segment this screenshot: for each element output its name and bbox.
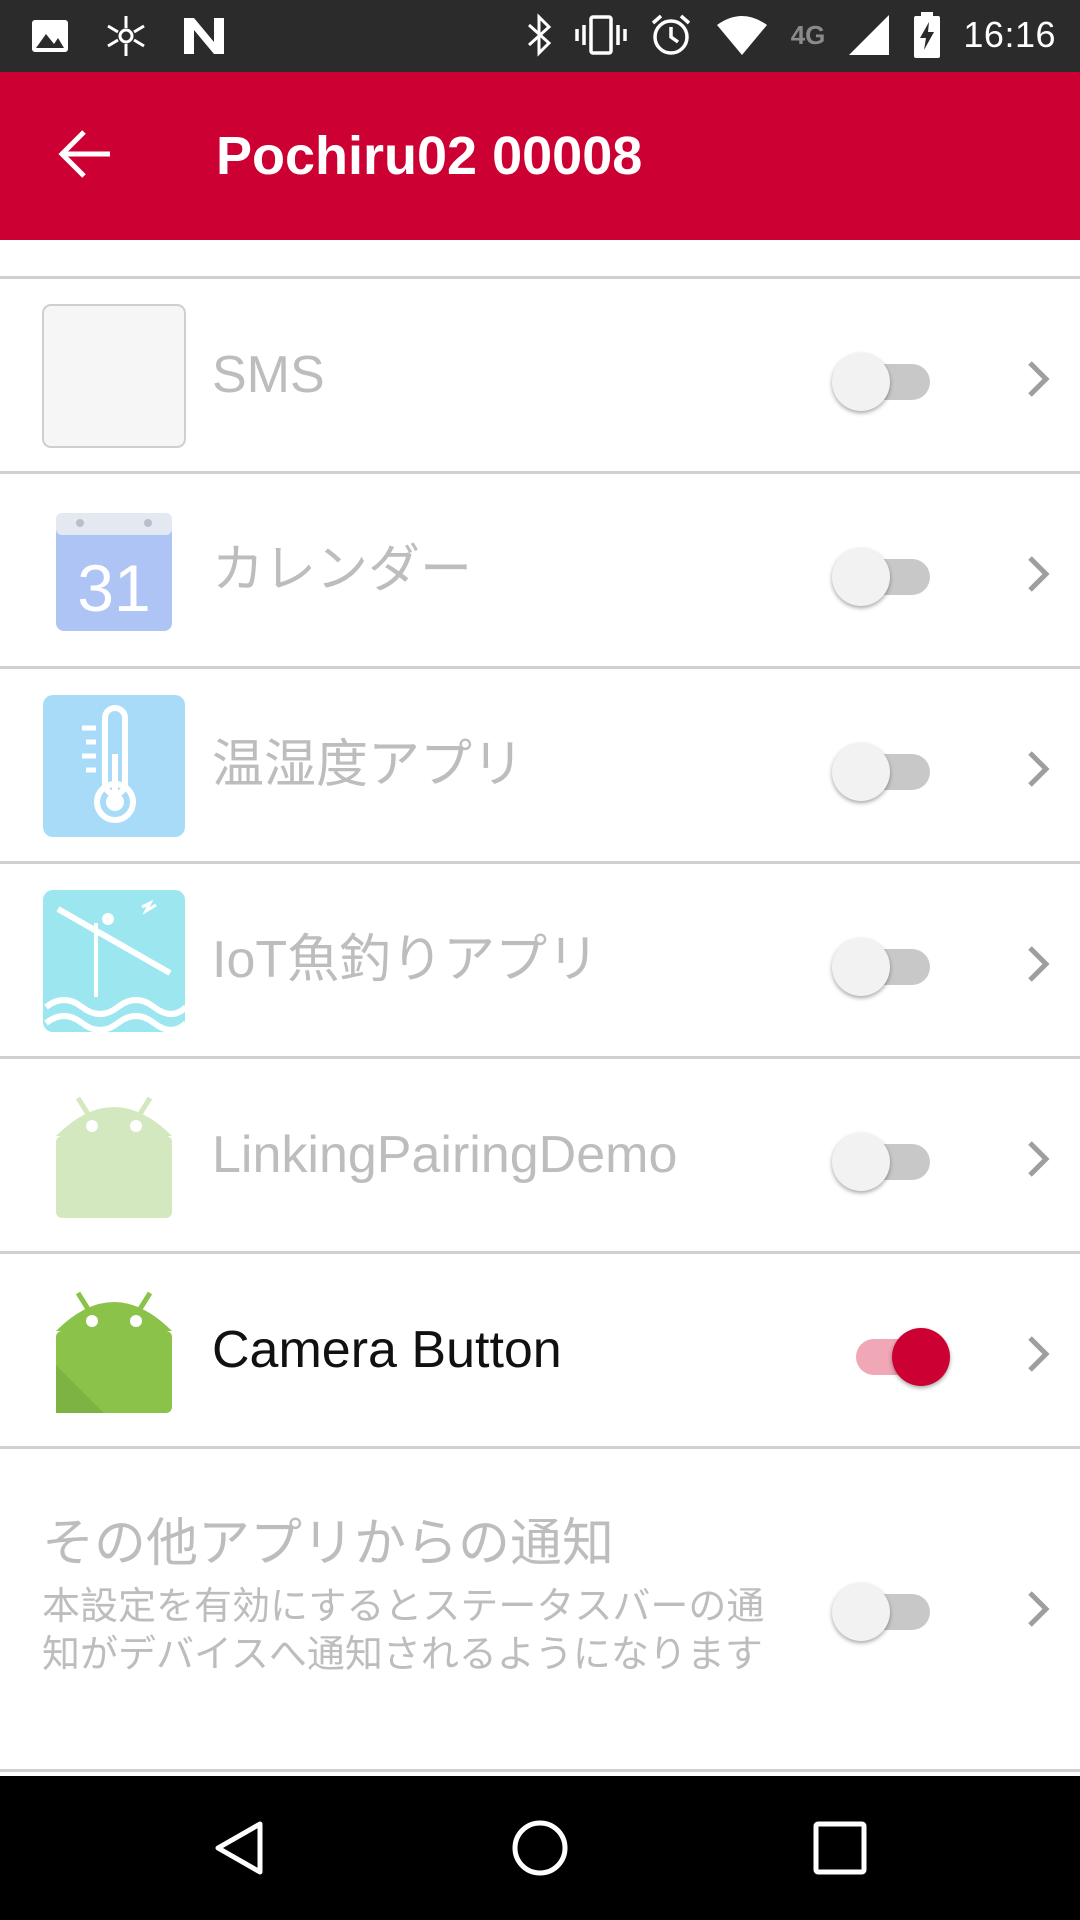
app-label: Camera Button [212, 1321, 562, 1379]
nav-back-icon[interactable] [210, 1818, 270, 1878]
toggle-thumb [892, 1328, 950, 1386]
fishing-app-icon [43, 890, 186, 1033]
toggle-thumb [832, 1133, 890, 1191]
toggle-thumb [832, 353, 890, 411]
back-arrow-icon[interactable] [56, 124, 116, 184]
app-row-sms[interactable]: SMS [0, 279, 1080, 474]
enable-toggle[interactable] [832, 1125, 952, 1191]
chevron-right-icon[interactable] [1026, 944, 1052, 984]
chevron-right-icon[interactable] [1026, 1589, 1052, 1629]
app-row-temperature-humidity[interactable]: 温湿度アプリ [0, 669, 1080, 864]
clock: 16:16 [963, 14, 1056, 55]
android-app-icon [56, 1096, 172, 1218]
other-notifications-description: 本設定を有効にするとステータスバーの通知がデバイスへ通知されるようになります [42, 1586, 765, 1676]
thermometer-app-icon [43, 695, 185, 837]
app-row-camera-button[interactable]: Camera Button [0, 1254, 1080, 1449]
bluetooth-icon [527, 13, 551, 57]
toggle-thumb [832, 743, 890, 801]
network-type-label: 4G [790, 19, 826, 50]
sms-app-icon [42, 304, 186, 448]
vibrate-icon [574, 15, 627, 55]
chevron-right-icon[interactable] [1026, 1334, 1052, 1374]
alarm-icon [651, 14, 690, 55]
svg-text:31: 31 [77, 551, 150, 625]
toggle-thumb [832, 548, 890, 606]
navigation-bar [0, 1776, 1080, 1920]
toggle-thumb [832, 1583, 890, 1641]
chevron-right-icon[interactable] [1026, 749, 1052, 789]
app-label: カレンダー [212, 541, 473, 599]
enable-toggle[interactable] [832, 1575, 952, 1641]
image-icon [32, 20, 68, 52]
enable-toggle[interactable] [832, 540, 952, 606]
nav-recents-icon[interactable] [812, 1820, 868, 1876]
enable-toggle[interactable] [832, 930, 952, 996]
chevron-right-icon[interactable] [1026, 359, 1052, 399]
app-label: 温湿度アプリ [212, 736, 525, 794]
signal-icon [849, 15, 890, 55]
nav-home-icon[interactable] [510, 1818, 570, 1878]
app-label: LinkingPairingDemo [212, 1126, 678, 1184]
app-notification-list: SMS 31 カレンダー 温湿度アプリ IoT魚釣りアプリ LinkingPai… [0, 240, 1080, 1772]
app-bar: Pochiru02 00008 [0, 72, 1080, 240]
chevron-right-icon[interactable] [1026, 1139, 1052, 1179]
app-label: IoT魚釣りアプリ [212, 931, 600, 989]
page-title: Pochiru02 00008 [216, 126, 643, 186]
battery-charging-icon [914, 12, 941, 58]
app-row-linking-pairing-demo[interactable]: LinkingPairingDemo [0, 1059, 1080, 1254]
enable-toggle[interactable] [832, 345, 952, 411]
wifi-icon [716, 16, 767, 55]
network-hub-icon [107, 16, 145, 56]
calendar-app-icon: 31 [56, 513, 172, 631]
chevron-right-icon[interactable] [1026, 554, 1052, 594]
n-icon [184, 18, 224, 54]
list-top-spacer [0, 240, 1080, 279]
enable-toggle[interactable] [832, 1320, 952, 1386]
toggle-thumb [832, 938, 890, 996]
app-row-iot-fishing[interactable]: IoT魚釣りアプリ [0, 864, 1080, 1059]
enable-toggle[interactable] [832, 735, 952, 801]
app-label: SMS [212, 346, 325, 404]
app-row-calendar[interactable]: 31 カレンダー [0, 474, 1080, 669]
android-app-icon [56, 1291, 172, 1413]
other-notifications-title: その他アプリからの通知 [42, 1515, 615, 1573]
status-bar: 4G 16:16 [0, 0, 1080, 72]
other-app-notifications-row[interactable]: その他アプリからの通知 本設定を有効にするとステータスバーの通知がデバイスへ通知… [0, 1449, 1080, 1772]
